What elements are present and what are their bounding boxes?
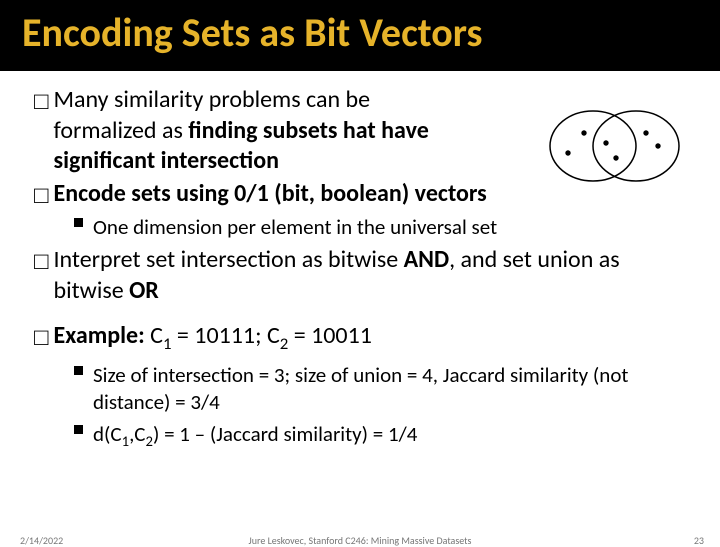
subbullet-3: d(C1,C2) = 1 – (Jaccard similarity) = 1/… bbox=[74, 421, 686, 451]
subbullet-3-text: d(C1,C2) = 1 – (Jaccard similarity) = 1/… bbox=[93, 421, 686, 451]
subbullet-1: One dimension per element in the univers… bbox=[74, 214, 686, 241]
footer-source: Jure Leskovec, Stanford C246: Mining Mas… bbox=[0, 534, 720, 547]
venn-diagram-icon bbox=[538, 98, 688, 193]
bullet-1-text: Many similarity problems can be formaliz… bbox=[54, 85, 444, 177]
subbullet-2: Size of intersection = 3; size of union … bbox=[74, 362, 686, 417]
square-bullet-icon bbox=[74, 366, 83, 421]
bullet-box-icon: □ bbox=[34, 247, 49, 308]
bullet-4: □ Example: C1 = 10111; C2 = 10011 bbox=[34, 321, 686, 354]
subbullet-2-text: Size of intersection = 3; size of union … bbox=[93, 362, 686, 417]
square-bullet-icon bbox=[74, 425, 83, 455]
bullet-3: □ Interpret set intersection as bitwise … bbox=[34, 245, 686, 306]
subbullet-1-text: One dimension per element in the univers… bbox=[93, 214, 686, 241]
title-bar: Encoding Sets as Bit Vectors bbox=[0, 0, 720, 71]
slide: Encoding Sets as Bit Vectors □ Many simi… bbox=[0, 0, 720, 540]
slide-title: Encoding Sets as Bit Vectors bbox=[22, 8, 698, 57]
footer-page: 23 bbox=[694, 534, 704, 547]
bullet-box-icon: □ bbox=[34, 323, 49, 356]
bullet-3-text: Interpret set intersection as bitwise AN… bbox=[54, 245, 687, 306]
bullet-box-icon: □ bbox=[34, 87, 49, 179]
square-bullet-icon bbox=[74, 218, 83, 245]
bullet-box-icon: □ bbox=[34, 181, 49, 212]
bullet-4-text: Example: C1 = 10111; C2 = 10011 bbox=[54, 321, 687, 354]
